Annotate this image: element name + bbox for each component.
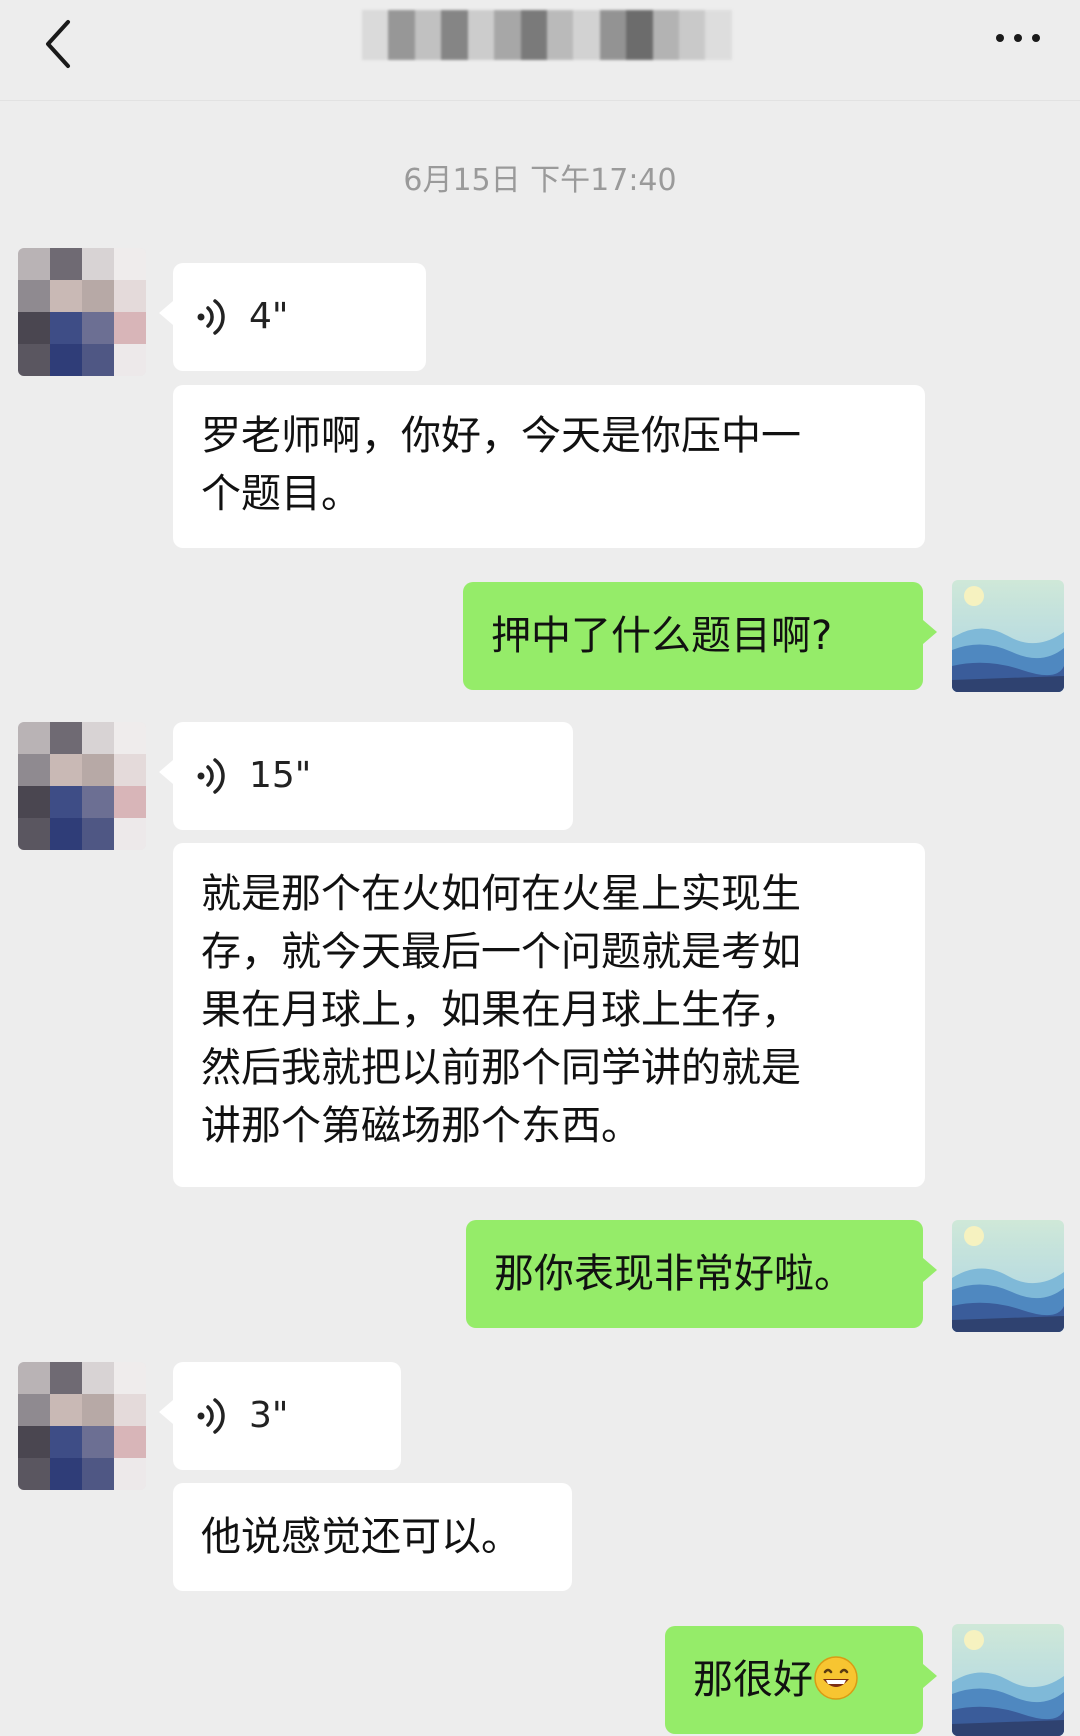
contact-avatar[interactable]	[18, 722, 146, 850]
contact-avatar[interactable]	[18, 248, 146, 376]
outgoing-message-bubble[interactable]: 押中了什么题目啊?	[463, 582, 937, 690]
message-line: 罗老师啊，你好，今天是你压中一	[201, 413, 801, 459]
top-bar	[0, 0, 1080, 101]
message-line: 存，就今天最后一个问题就是考如	[201, 929, 801, 975]
pixelated-avatar-image	[18, 1362, 146, 1490]
message-line: 那你表现非常好啦。	[494, 1251, 854, 1297]
chat-title-blurred	[362, 10, 732, 60]
seascape-avatar-image	[952, 1624, 1064, 1736]
message-line: 那很好	[693, 1657, 813, 1703]
voice-duration: 15"	[249, 755, 312, 796]
message-line: 个题目。	[201, 471, 361, 517]
voice-message-bubble[interactable]: 3"	[159, 1362, 401, 1470]
message-line: 押中了什么题目啊?	[491, 613, 833, 659]
voice-wave-icon	[197, 299, 225, 335]
message-line: 讲那个第磁场那个东西。	[201, 1103, 641, 1149]
outgoing-message-bubble[interactable]: 那你表现非常好啦。	[466, 1220, 937, 1328]
voice-wave-icon	[197, 1398, 225, 1434]
seascape-avatar-image	[952, 580, 1064, 692]
text-message-bubble[interactable]: 就是那个在火如何在火星上实现生 存，就今天最后一个问题就是考如 果在月球上，如果…	[173, 843, 925, 1187]
ellipsis-icon[interactable]	[988, 18, 1048, 58]
text-message-bubble[interactable]: 他说感觉还可以。	[173, 1483, 572, 1591]
message-line: 就是那个在火如何在火星上实现生	[201, 871, 801, 917]
my-avatar[interactable]	[952, 1624, 1064, 1736]
contact-avatar[interactable]	[18, 1362, 146, 1490]
message-line: 他说感觉还可以。	[201, 1514, 521, 1560]
text-message-bubble[interactable]: 罗老师啊，你好，今天是你压中一 个题目。	[173, 385, 925, 548]
voice-duration: 4"	[249, 296, 289, 337]
pixelated-avatar-image	[18, 722, 146, 850]
my-avatar[interactable]	[952, 1220, 1064, 1332]
grinning-face-icon	[814, 1656, 858, 1700]
chevron-left-icon[interactable]	[36, 10, 82, 70]
voice-wave-icon	[197, 758, 225, 794]
message-line: 果在月球上，如果在月球上生存，	[201, 987, 801, 1033]
message-line: 然后我就把以前那个同学讲的就是	[201, 1045, 801, 1091]
voice-message-bubble[interactable]: 4"	[159, 263, 426, 371]
voice-duration: 3"	[249, 1395, 289, 1436]
pixelated-avatar-image	[18, 248, 146, 376]
voice-message-bubble[interactable]: 15"	[159, 722, 573, 830]
message-timestamp: 6月15日 下午17:40	[403, 163, 677, 198]
my-avatar[interactable]	[952, 580, 1064, 692]
seascape-avatar-image	[952, 1220, 1064, 1332]
